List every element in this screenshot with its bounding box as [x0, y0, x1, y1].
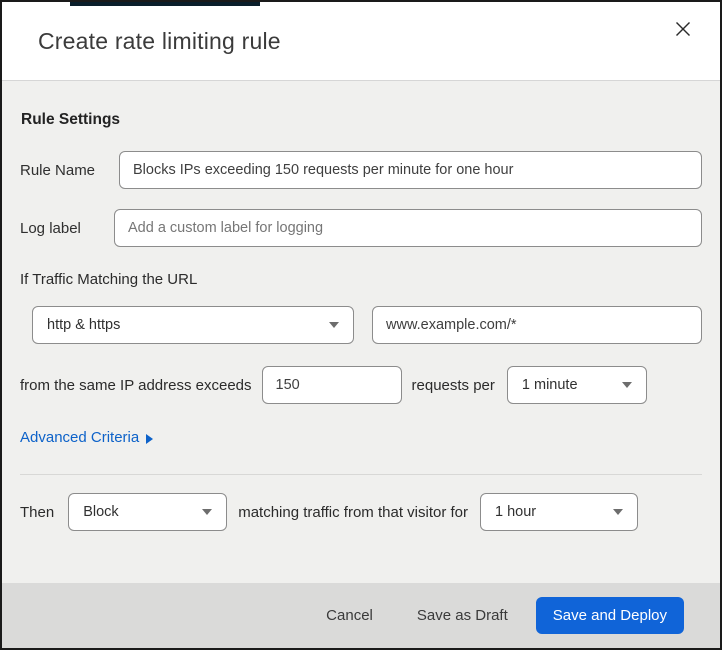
- create-rate-limiting-rule-modal: Create rate limiting rule Rule Settings …: [0, 0, 722, 650]
- request-count-input[interactable]: [261, 366, 402, 404]
- period-select[interactable]: 1 minute: [506, 366, 647, 404]
- rule-name-row: Rule Name: [20, 151, 702, 189]
- save-as-draft-button[interactable]: Save as Draft: [417, 607, 508, 624]
- traffic-match-row: http & https: [20, 306, 702, 344]
- modal-header: Create rate limiting rule: [2, 2, 720, 81]
- duration-select[interactable]: 1 hour: [480, 493, 639, 531]
- action-select-value: Block: [83, 504, 119, 520]
- url-pattern-input[interactable]: [372, 306, 702, 344]
- log-label-label: Log label: [20, 219, 81, 237]
- save-and-deploy-button[interactable]: Save and Deploy: [535, 597, 684, 634]
- scheme-select-value: http & https: [47, 317, 121, 333]
- modal-footer: Cancel Save as Draft Save and Deploy: [2, 583, 720, 648]
- chevron-down-icon: [202, 509, 213, 515]
- duration-select-value: 1 hour: [495, 504, 537, 520]
- log-label-row: Log label: [20, 209, 702, 247]
- section-divider: [20, 474, 702, 475]
- threshold-middle: requests per: [411, 376, 495, 394]
- log-label-input[interactable]: [114, 209, 702, 247]
- rule-name-label: Rule Name: [20, 161, 96, 179]
- cancel-button[interactable]: Cancel: [326, 607, 373, 624]
- advanced-criteria-link[interactable]: Advanced Criteria: [20, 429, 154, 446]
- chevron-down-icon: [621, 382, 632, 388]
- chevron-down-icon: [613, 509, 624, 515]
- background-page-strip: [70, 2, 260, 6]
- rule-name-input[interactable]: [119, 151, 702, 189]
- then-middle-text: matching traffic from that visitor for: [238, 503, 469, 521]
- rule-settings-heading: Rule Settings: [21, 111, 121, 128]
- threshold-row: from the same IP address exceeds request…: [20, 366, 702, 404]
- then-label: Then: [20, 503, 55, 521]
- close-icon: [675, 21, 691, 40]
- then-row: Then Block matching traffic from that vi…: [20, 493, 702, 531]
- action-select[interactable]: Block: [68, 493, 228, 531]
- traffic-match-intro: If Traffic Matching the URL: [20, 271, 198, 288]
- scheme-select[interactable]: http & https: [32, 306, 354, 344]
- modal-title: Create rate limiting rule: [38, 27, 281, 54]
- threshold-prefix: from the same IP address exceeds: [20, 376, 252, 394]
- period-select-value: 1 minute: [521, 377, 578, 393]
- chevron-down-icon: [329, 322, 339, 328]
- close-button[interactable]: [668, 15, 698, 45]
- advanced-criteria-label: Advanced Criteria: [20, 429, 140, 446]
- expand-arrow-icon: [146, 433, 154, 444]
- modal-body: Rule Settings Rule Name Log label If Tra…: [2, 81, 720, 583]
